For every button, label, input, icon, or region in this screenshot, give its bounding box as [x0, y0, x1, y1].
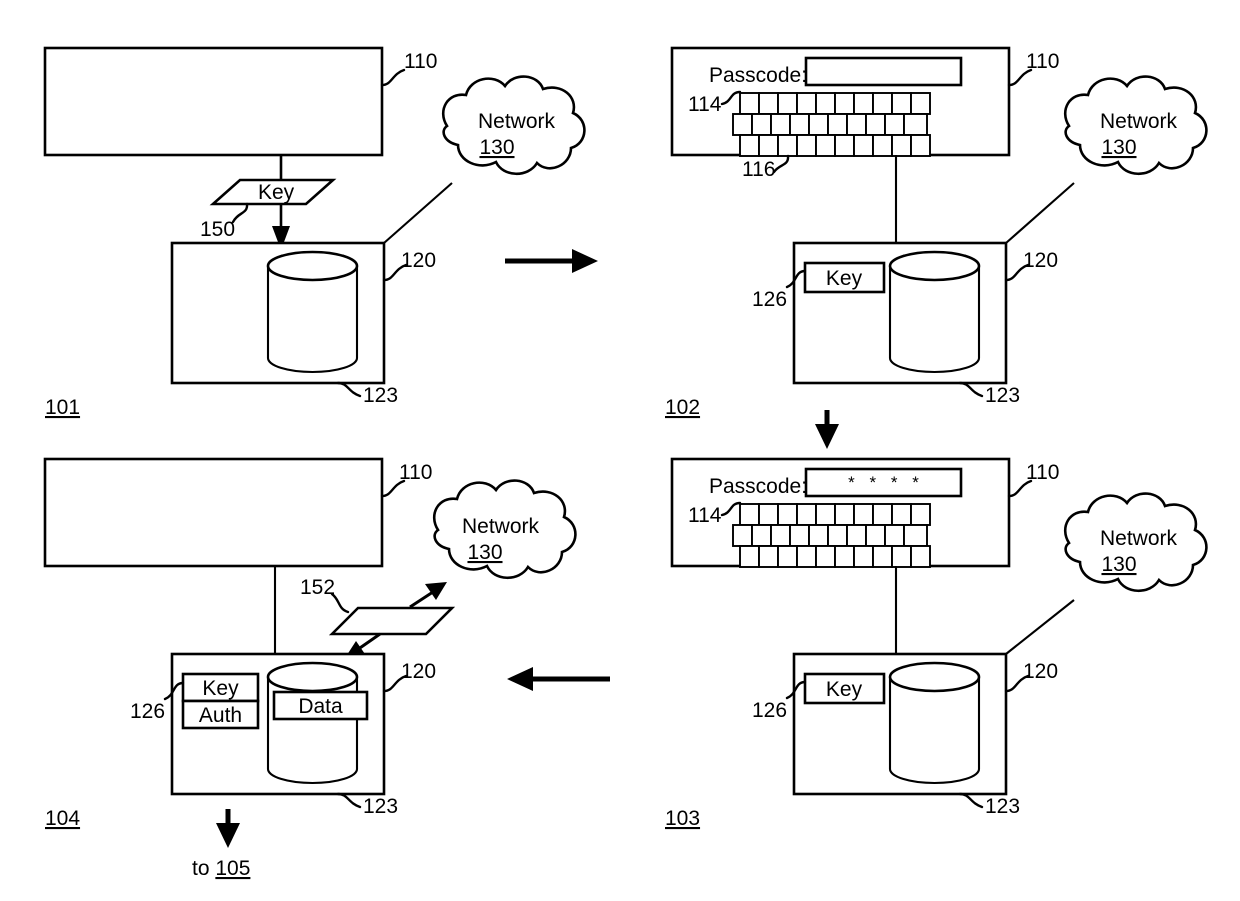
ref-114-103: 114 — [688, 504, 722, 527]
passcode-field-102[interactable] — [804, 56, 963, 87]
ref-126-103: 126 — [752, 699, 787, 722]
ref-123-104: 123 — [363, 795, 398, 818]
leader-116-102 — [772, 154, 790, 174]
passcode-label-103: Passcode: — [709, 475, 807, 498]
ref-114-102: 114 — [688, 93, 722, 116]
key-box-label-104: Key — [202, 677, 239, 700]
ref-110-104: 110 — [399, 461, 432, 484]
exit-text-ref: 105 — [215, 857, 250, 880]
exit-text-prefix: to — [192, 857, 215, 880]
ref-110-102: 110 — [1026, 50, 1059, 73]
ref-110: 110 — [404, 50, 437, 73]
network-label-102: Network — [1100, 110, 1178, 133]
token-152[interactable] — [328, 606, 456, 636]
arrow-104-to-105 — [216, 809, 240, 848]
panel-label-104: 104 — [45, 807, 80, 830]
ref-123-103: 123 — [985, 795, 1020, 818]
network-ref-104: 130 — [467, 541, 502, 564]
keyboard-102[interactable] — [732, 92, 931, 157]
network-link-line-103 — [1005, 599, 1075, 655]
ref-110-103: 110 — [1026, 461, 1059, 484]
arrow-102-to-103 — [815, 410, 839, 449]
network-link-line-102 — [1005, 182, 1075, 244]
leader-123-104 — [336, 792, 362, 809]
arrow-103-to-104 — [507, 667, 610, 691]
ref-120-104: 120 — [401, 660, 436, 683]
data-label-104: Data — [298, 695, 343, 718]
network-cloud-130-101: Network 130 — [441, 75, 586, 176]
key-box-label-102: Key — [826, 267, 863, 290]
leader-150 — [231, 202, 249, 224]
ref-152: 152 — [300, 576, 335, 599]
network-label-104: Network — [462, 515, 540, 538]
ref-120-101: 120 — [401, 249, 436, 272]
ref-126-102: 126 — [752, 288, 787, 311]
ref-120-102: 120 — [1023, 249, 1058, 272]
panel-101: 110 Key 150 120 123 Network 130 101 — [43, 46, 586, 419]
ref-116-102: 116 — [742, 158, 775, 181]
network-ref-101: 130 — [479, 136, 514, 159]
ref-150: 150 — [200, 218, 235, 241]
device-box-110[interactable] — [43, 46, 384, 157]
ref-126-104: 126 — [130, 700, 165, 723]
keyboard-103[interactable] — [732, 503, 931, 568]
passcode-value-103: * * * * — [848, 473, 924, 492]
arrow-101-to-102 — [505, 249, 598, 273]
panel-102: 110 Passcode: 114 116 120 Key 126 123 Ne… — [665, 46, 1208, 419]
leader-123-103 — [958, 792, 984, 809]
device-box-110-104[interactable] — [43, 457, 384, 568]
leader-110 — [380, 68, 406, 87]
network-label-101: Network — [478, 110, 556, 133]
network-ref-102: 130 — [1101, 136, 1136, 159]
network-ref-103: 130 — [1101, 553, 1136, 576]
panel-104: 110 152 120 Key Auth 126 Data 123 Networ… — [43, 457, 577, 880]
network-cloud-130-104: Network 130 — [432, 479, 577, 580]
network-link-line-101 — [383, 182, 453, 244]
panel-label-101: 101 — [45, 396, 80, 419]
exit-text-104: to 105 — [192, 857, 250, 880]
network-cloud-130-103: Network 130 — [1063, 492, 1208, 593]
token-to-network-arrowhead — [425, 582, 447, 600]
panel-label-102: 102 — [665, 396, 700, 419]
panel-label-103: 103 — [665, 807, 700, 830]
panel-103: 110 Passcode: * * * * 114 120 Key 126 12… — [665, 457, 1208, 830]
network-label-103: Network — [1100, 527, 1178, 550]
leader-123-101 — [336, 381, 362, 398]
key-token-label-150: Key — [258, 181, 295, 204]
ref-123-102: 123 — [985, 384, 1020, 407]
leader-123-102 — [958, 381, 984, 398]
auth-box-label-104: Auth — [199, 704, 242, 727]
ref-120-103: 120 — [1023, 660, 1058, 683]
key-box-label-103: Key — [826, 678, 863, 701]
passcode-label-102: Passcode: — [709, 64, 807, 87]
patent-figure-canvas: 110 Key 150 120 123 Network 130 101 110 … — [0, 0, 1240, 901]
ref-123-101: 123 — [363, 384, 398, 407]
network-cloud-130-102: Network 130 — [1063, 75, 1208, 176]
